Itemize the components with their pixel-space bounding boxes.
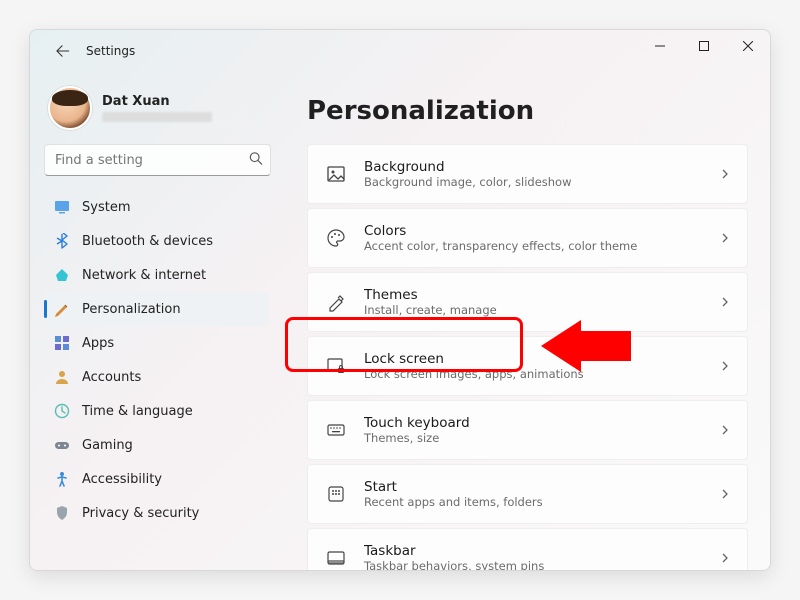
search-input[interactable] <box>44 144 271 176</box>
setting-sub: Recent apps and items, folders <box>364 495 719 510</box>
setting-row-start[interactable]: Start Recent apps and items, folders <box>307 464 748 524</box>
setting-sub: Taskbar behaviors, system pins <box>364 559 719 570</box>
titlebar-controls <box>638 30 770 62</box>
setting-sub: Background image, color, slideshow <box>364 175 719 190</box>
search-box <box>44 144 271 176</box>
sidebar-item-label: Personalization <box>82 302 181 317</box>
sidebar-item-apps[interactable]: Apps <box>44 326 269 360</box>
sidebar-item-label: Accessibility <box>82 472 162 487</box>
app-title: Settings <box>86 44 135 58</box>
sidebar: Dat Xuan System Bluetooth & devic <box>30 72 285 570</box>
setting-title: Background <box>364 159 719 175</box>
colors-icon <box>322 228 350 248</box>
network-icon <box>54 267 70 283</box>
setting-row-taskbar[interactable]: Taskbar Taskbar behaviors, system pins <box>307 528 748 570</box>
close-icon <box>743 41 753 51</box>
titlebar: Settings <box>30 30 770 72</box>
sidebar-item-label: Privacy & security <box>82 506 199 521</box>
lock-screen-icon <box>322 356 350 376</box>
setting-row-themes[interactable]: Themes Install, create, manage <box>307 272 748 332</box>
setting-row-lock-screen[interactable]: Lock screen Lock screen images, apps, an… <box>307 336 748 396</box>
minimize-icon <box>655 41 665 51</box>
sidebar-item-label: System <box>82 200 130 215</box>
profile-email-blurred <box>102 112 212 122</box>
apps-icon <box>54 335 70 351</box>
back-arrow-icon <box>56 44 70 58</box>
sidebar-item-time[interactable]: Time & language <box>44 394 269 428</box>
sidebar-item-label: Apps <box>82 336 114 351</box>
sidebar-item-label: Gaming <box>82 438 133 453</box>
chevron-right-icon <box>719 229 731 248</box>
nav-list: System Bluetooth & devices Network & int… <box>44 190 271 570</box>
start-icon <box>322 484 350 504</box>
personalization-icon <box>54 301 70 317</box>
setting-row-touch-keyboard[interactable]: Touch keyboard Themes, size <box>307 400 748 460</box>
sidebar-item-accessibility[interactable]: Accessibility <box>44 462 269 496</box>
profile-section[interactable]: Dat Xuan <box>44 86 271 144</box>
maximize-button[interactable] <box>682 30 726 62</box>
chevron-right-icon <box>719 421 731 440</box>
setting-sub: Install, create, manage <box>364 303 719 318</box>
setting-title: Lock screen <box>364 351 719 367</box>
setting-sub: Themes, size <box>364 431 719 446</box>
taskbar-icon <box>322 548 350 568</box>
avatar <box>48 86 92 130</box>
setting-row-colors[interactable]: Colors Accent color, transparency effect… <box>307 208 748 268</box>
sidebar-item-label: Network & internet <box>82 268 206 283</box>
sidebar-item-gaming[interactable]: Gaming <box>44 428 269 462</box>
chevron-right-icon <box>719 357 731 376</box>
close-button[interactable] <box>726 30 770 62</box>
sidebar-item-privacy[interactable]: Privacy & security <box>44 496 269 530</box>
maximize-icon <box>699 41 709 51</box>
background-icon <box>322 164 350 184</box>
chevron-right-icon <box>719 485 731 504</box>
setting-sub: Accent color, transparency effects, colo… <box>364 239 719 254</box>
setting-title: Touch keyboard <box>364 415 719 431</box>
page-title: Personalization <box>307 96 748 126</box>
window-body: Dat Xuan System Bluetooth & devic <box>30 72 770 570</box>
settings-list: Background Background image, color, slid… <box>307 144 748 570</box>
minimize-button[interactable] <box>638 30 682 62</box>
touch-keyboard-icon <box>322 420 350 440</box>
sidebar-item-bluetooth[interactable]: Bluetooth & devices <box>44 224 269 258</box>
chevron-right-icon <box>719 549 731 568</box>
profile-name: Dat Xuan <box>102 94 212 109</box>
chevron-right-icon <box>719 293 731 312</box>
setting-sub: Lock screen images, apps, animations <box>364 367 719 382</box>
sidebar-item-network[interactable]: Network & internet <box>44 258 269 292</box>
setting-title: Start <box>364 479 719 495</box>
chevron-right-icon <box>719 165 731 184</box>
gaming-icon <box>54 437 70 453</box>
setting-row-background[interactable]: Background Background image, color, slid… <box>307 144 748 204</box>
accounts-icon <box>54 369 70 385</box>
privacy-icon <box>54 505 70 521</box>
sidebar-item-label: Bluetooth & devices <box>82 234 213 249</box>
sidebar-item-accounts[interactable]: Accounts <box>44 360 269 394</box>
time-icon <box>54 403 70 419</box>
setting-title: Colors <box>364 223 719 239</box>
setting-title: Themes <box>364 287 719 303</box>
system-icon <box>54 199 70 215</box>
accessibility-icon <box>54 471 70 487</box>
sidebar-item-personalization[interactable]: Personalization <box>44 292 269 326</box>
settings-window: Settings Dat Xuan <box>29 29 771 571</box>
sidebar-item-label: Time & language <box>82 404 193 419</box>
themes-icon <box>322 292 350 312</box>
setting-title: Taskbar <box>364 543 719 559</box>
sidebar-item-system[interactable]: System <box>44 190 269 224</box>
bluetooth-icon <box>54 233 70 249</box>
main-content: Personalization Background Background im… <box>285 72 770 570</box>
back-button[interactable] <box>50 38 76 64</box>
sidebar-item-label: Accounts <box>82 370 141 385</box>
search-icon <box>249 151 263 170</box>
